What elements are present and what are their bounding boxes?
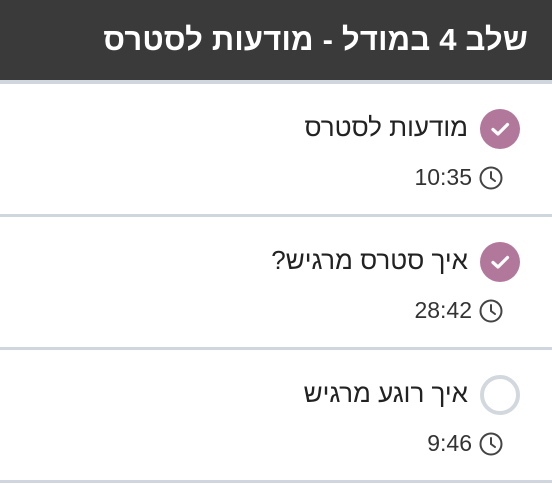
lesson-duration-row: 9:46 (427, 430, 504, 457)
lesson-title: מודעות לסטרס (304, 112, 468, 142)
lesson-duration: 10:35 (414, 164, 472, 190)
lesson-duration-row: 10:35 (414, 164, 504, 191)
lesson-title: איך סטרס מרגיש? (271, 245, 468, 275)
lesson-list-page: שלב 4 במודל - מודעות לסטרס מודעות לסטרס … (0, 0, 552, 500)
lesson-item[interactable]: איך סטרס מרגיש? 28:42 (0, 217, 552, 350)
lesson-item[interactable]: מודעות לסטרס 10:35 (0, 84, 552, 217)
clock-icon (478, 165, 504, 191)
completed-check-icon (480, 109, 520, 149)
lesson-duration: 9:46 (427, 430, 472, 456)
lesson-list: מודעות לסטרס 10:35 איך סטרס מרגיש? 28:42 (0, 84, 552, 483)
module-title: שלב 4 במודל - מודעות לסטרס (103, 22, 528, 57)
clock-icon (478, 431, 504, 457)
incomplete-circle-icon (480, 375, 520, 415)
lesson-duration: 28:42 (414, 297, 472, 323)
completed-check-icon (480, 242, 520, 282)
module-header: שלב 4 במודל - מודעות לסטרס (0, 0, 552, 80)
lesson-title: איך רוגע מרגיש (303, 378, 468, 408)
clock-icon (478, 298, 504, 324)
lesson-duration-row: 28:42 (414, 297, 504, 324)
lesson-item[interactable]: איך רוגע מרגיש 9:46 (0, 350, 552, 483)
